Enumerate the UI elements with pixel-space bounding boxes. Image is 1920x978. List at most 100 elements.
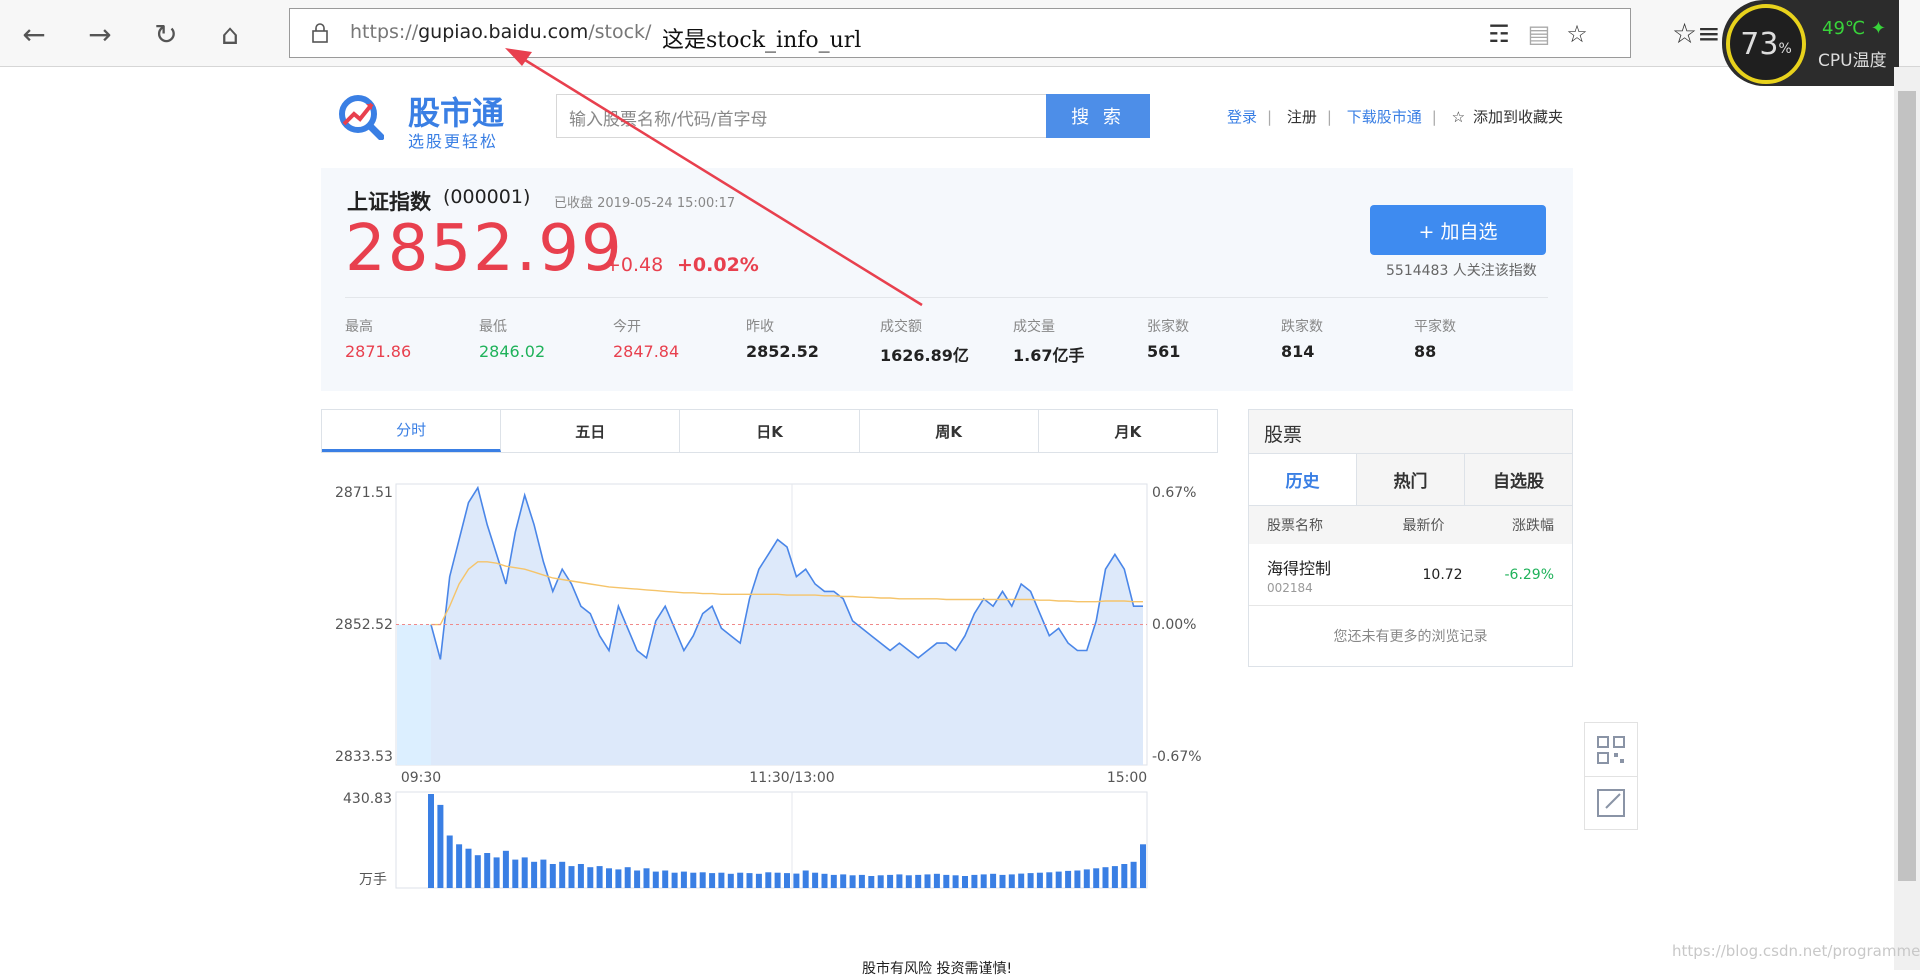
stat-decliners: 跌家数 814 [1281,319,1323,361]
volume-bar [690,872,697,888]
volume-bar [980,874,987,888]
followers-count: 5514483 人关注该指数 [1386,263,1537,279]
volume-bar [531,861,538,888]
search-button[interactable]: 搜 索 [1046,94,1150,138]
price-change-percent: +0.02% [677,254,759,276]
table-header: 股票名称 最新价 涨跌幅 [1249,506,1572,544]
login-link[interactable]: 登录 [1227,108,1257,126]
pre-open-area [397,624,431,765]
volume-bar [446,835,453,888]
register-link[interactable]: 注册 [1287,108,1317,126]
back-icon[interactable]: ← [12,12,56,56]
stat-prev-close: 昨收 2852.52 [746,319,819,361]
tab-hot[interactable]: 热门 [1357,454,1465,505]
side-tabs: 历史 热门 自选股 [1249,454,1572,506]
stock-change: -6.29% [1504,566,1555,583]
volume-bar [1046,872,1053,888]
translate-icon[interactable]: ☶ [1484,19,1514,49]
tab-weekly-k[interactable]: 周K [860,410,1039,452]
volume-bar [774,872,781,888]
volume-bar [887,874,894,888]
table-row[interactable]: 海得控制 002184 10.72 -6.29% [1249,544,1572,606]
pct-tick-bottom: -0.67% [1152,749,1202,765]
volume-bar [877,875,884,888]
col-change: 涨跌幅 [1512,518,1555,534]
cpu-usage-gauge: 73% [1726,4,1806,84]
tab-history[interactable]: 历史 [1249,454,1357,505]
lock-icon [312,23,328,43]
scrollbar-thumb[interactable] [1898,91,1916,881]
intraday-chart: 2871.51 2852.52 2833.53 0.67% 0.00% -0.6… [335,483,1202,889]
add-watchlist-button[interactable]: + 加自选 [1370,205,1546,255]
volume-bar [709,873,716,888]
volume-bar [643,868,650,888]
favorite-star-icon[interactable]: ☆ [1562,19,1592,49]
stock-price: 10.72 [1422,566,1463,583]
volume-bar [830,874,837,888]
browser-toolbar: ← → ↻ ⌂ https://gupiao.baidu.com/stock/ … [0,0,1920,67]
refresh-icon[interactable]: ↻ [144,12,188,56]
volume-bar [606,868,612,888]
volume-bar [624,867,631,888]
volume-bar [1018,873,1025,888]
index-price: 2852.99 [345,212,624,286]
col-name: 股票名称 [1267,518,1323,534]
empty-history-text: 您还未有更多的浏览记录 [1333,629,1488,645]
search-input[interactable]: 输入股票名称/代码/首字母 [556,94,1048,138]
csdn-watermark: https://blog.csdn.net/programmer [1672,942,1920,960]
home-icon[interactable]: ⌂ [208,12,252,56]
stat-high: 最高 2871.86 [345,319,412,361]
page-scrollbar[interactable] [1894,67,1920,970]
volume-bar [943,874,950,888]
tab-five-day[interactable]: 五日 [501,410,681,452]
stock-name[interactable]: 海得控制 [1267,555,1403,579]
volume-bar [849,875,856,888]
volume-bar [568,866,575,888]
volume-bar [1074,870,1081,888]
address-bar[interactable]: https://gupiao.baidu.com/stock/ 这是stock_… [289,8,1631,58]
volume-bar [1008,874,1015,888]
pct-tick-top: 0.67% [1152,485,1196,501]
y-tick-bottom: 2833.53 [335,749,393,765]
forward-icon[interactable]: → [78,12,122,56]
volume-bar [484,853,491,888]
volume-bar [699,872,706,888]
logo-icon[interactable] [338,94,384,140]
volume-bar [746,873,753,888]
y-tick-top: 2871.51 [335,485,393,501]
volume-bar [952,875,959,888]
volume-bar [587,867,594,888]
tab-daily-k[interactable]: 日K [680,410,860,452]
bookmark-star-icon[interactable]: ☆ [1452,108,1465,126]
volume-bar [456,844,463,888]
favorites-list-icon[interactable]: ☆≡ [1672,17,1721,50]
volume-bar [1130,861,1137,888]
volume-bar [1083,869,1090,888]
feedback-edit-icon[interactable] [1585,776,1637,829]
volume-bar [615,869,622,888]
cpu-temperature: 49℃ ✦ [1822,18,1886,39]
volume-bar [474,855,481,888]
cpu-label: CPU温度 [1818,51,1887,71]
side-panel-title: 股票 [1249,410,1572,454]
reader-view-icon[interactable]: ▤ [1524,19,1554,49]
bookmark-link[interactable]: 添加到收藏夹 [1473,108,1563,126]
tab-intraday[interactable]: 分时 [322,410,502,452]
volume-bar [812,872,819,888]
volume-bar [1055,871,1062,888]
url-text[interactable]: https://gupiao.baidu.com/stock/ [350,21,651,43]
stat-volume: 成交量 1.67亿手 [1013,319,1085,365]
tab-watchlist[interactable]: 自选股 [1465,454,1572,505]
market-status: 已收盘 2019-05-24 15:00:17 [554,196,736,211]
volume-max-tick: 430.83 [343,791,392,807]
download-link[interactable]: 下载股市通 [1347,108,1422,126]
tab-monthly-k[interactable]: 月K [1039,410,1217,452]
volume-bar [821,873,828,888]
qr-code-icon[interactable] [1585,723,1637,776]
chart-tabs: 分时 五日 日K 周K 月K [321,409,1218,453]
volume-bar [680,871,687,888]
stat-advancers: 张家数 561 [1147,319,1189,361]
volume-bar [1121,864,1128,888]
volume-bar [755,873,762,888]
volume-bar [1140,844,1146,888]
